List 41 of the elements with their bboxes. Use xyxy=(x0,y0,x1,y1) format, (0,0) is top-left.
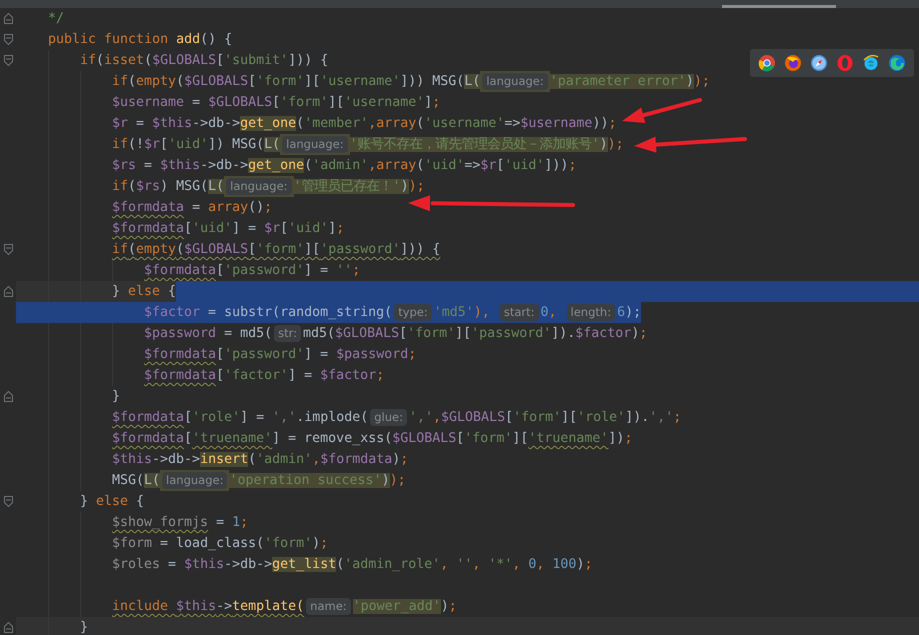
fold-marker-icon[interactable] xyxy=(4,55,12,66)
fold-marker-icon[interactable] xyxy=(4,496,12,507)
code-line: $rs = $this->db->get_one('admin',array('uid'=>$r['uid'])); xyxy=(112,157,576,175)
code-line: $formdata['uid'] = $r['uid']; xyxy=(112,220,344,238)
fold-marker-icon[interactable] xyxy=(4,34,12,45)
code-line: $form = load_class('form'); xyxy=(112,535,328,553)
code-line: $formdata = array(); xyxy=(112,199,272,217)
browser-icon[interactable] xyxy=(862,54,880,72)
code-line: include $this->template( name: 'power_add'); xyxy=(112,597,457,617)
code-line: } else { xyxy=(112,283,176,301)
code-line: $formdata['factor'] = $factor; xyxy=(144,367,384,385)
fold-marker-icon[interactable] xyxy=(4,13,12,24)
fold-marker-icon[interactable] xyxy=(4,391,12,402)
browser-icon[interactable] xyxy=(810,54,828,72)
fold-marker-icon[interactable] xyxy=(4,244,12,255)
code-line: $formdata['role'] = ','.implode( glue: ',',$GLOBALS['form']['role']).','; xyxy=(112,408,682,428)
code-line: MSG(L( language: 'operation success')); xyxy=(112,470,406,491)
code-line: if($rs) MSG(L( language: '管理员已存在！')); xyxy=(112,176,425,197)
code-line: $formdata['password'] = $password; xyxy=(144,346,416,364)
code-line: } xyxy=(80,619,88,635)
browser-icon[interactable] xyxy=(784,54,802,72)
code-line: $show_formjs = 1; xyxy=(112,514,248,532)
code-line: $password = md5( str: md5($GLOBALS['form']['password']).$factor); xyxy=(144,324,648,344)
code-line: if(empty($GLOBALS['form']['password'])) { xyxy=(112,241,440,259)
code-line: $formdata['password'] = ''; xyxy=(144,262,360,280)
code-line: if(!$r['uid']) MSG(L( language: '账号不存在，请先管理会员处－添加账号')); xyxy=(112,134,624,155)
code-line: if(isset($GLOBALS['submit'])) { xyxy=(80,52,328,70)
code-line: } xyxy=(112,388,120,406)
browser-icon[interactable] xyxy=(758,54,776,72)
code-line: public function add() { xyxy=(48,31,232,49)
fold-marker-icon[interactable] xyxy=(4,622,12,633)
code-line: $formdata['truename'] = remove_xss($GLOBALS['form']['truename']); xyxy=(112,430,632,448)
code-line: */ xyxy=(48,10,64,28)
browser-icon[interactable] xyxy=(888,54,906,72)
code-line: $r = $this->db->get_one('member',array('username'=>$username)); xyxy=(112,115,616,133)
code-line: $this->db->insert('admin',$formdata); xyxy=(112,451,408,469)
code-line: $username = $GLOBALS['form']['username']; xyxy=(112,94,440,112)
code-line: if(empty($GLOBALS['form']['username'])) MSG(L( language: 'parameter error')); xyxy=(112,71,710,92)
code-line: $roles = $this->db->get_list('admin_role', '', '*', 0, 100); xyxy=(112,556,592,574)
fold-marker-icon[interactable] xyxy=(4,286,12,297)
code-line: } else { xyxy=(80,493,144,511)
